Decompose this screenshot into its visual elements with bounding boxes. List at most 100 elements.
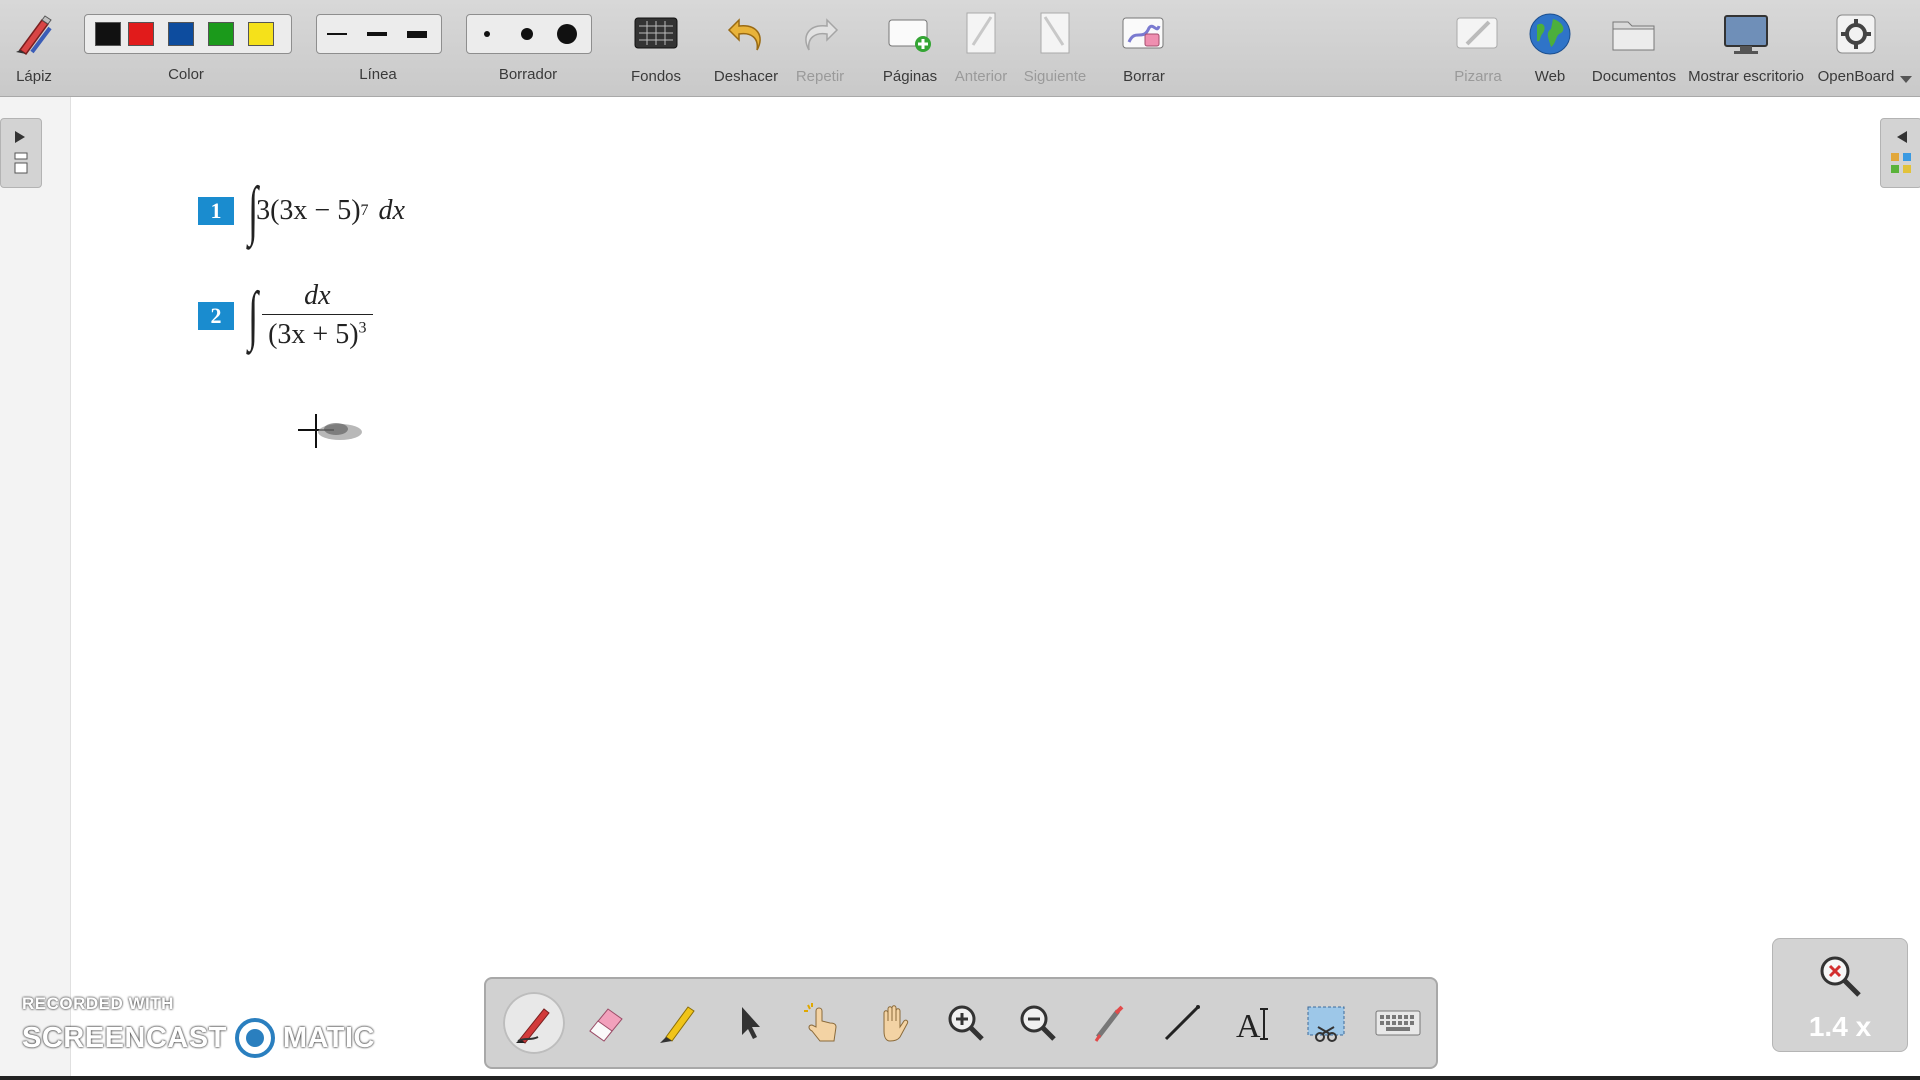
top-toolbar: Lápiz Color Línea Borrador Fondos Deshac…	[0, 0, 1920, 97]
color-swatch-blue[interactable]	[168, 22, 194, 46]
logo-text-left: SCREENCAST	[22, 1021, 227, 1054]
left-pages-panel-toggle[interactable]	[0, 118, 42, 188]
web-label: Web	[1534, 68, 1566, 85]
highlighter-tool-button[interactable]	[642, 987, 714, 1059]
next-page-button[interactable]: Siguiente	[1020, 0, 1090, 96]
web-button[interactable]: Web	[1520, 0, 1580, 96]
eraser-size-small[interactable]	[467, 31, 507, 37]
line-tool-button[interactable]	[1146, 987, 1218, 1059]
openboard-menu-button[interactable]: OpenBoard	[1814, 0, 1898, 96]
denominator: (3x + 5)3	[262, 314, 373, 351]
exponent: 3	[358, 319, 367, 337]
zoom-indicator-panel[interactable]: 1.4 x	[1772, 938, 1908, 1052]
line-width-thin[interactable]	[317, 33, 357, 35]
openboard-label: OpenBoard	[1817, 68, 1895, 85]
laser-pointer-tool-button[interactable]	[1074, 987, 1146, 1059]
highlighter-icon	[660, 1006, 695, 1043]
pen-mode-button[interactable]: Lápiz	[6, 0, 62, 96]
differential: dx	[378, 195, 405, 226]
previous-page-button[interactable]: Anterior	[948, 0, 1014, 96]
redo-icon	[796, 8, 844, 60]
next-label: Siguiente	[1023, 68, 1087, 85]
integrand: 3(3x − 5)	[256, 195, 361, 226]
watermark-recorded-with: RECORDED WITH	[22, 994, 174, 1013]
color-picker-group	[84, 14, 292, 54]
backgrounds-label: Fondos	[630, 68, 682, 85]
undo-label: Deshacer	[713, 68, 779, 85]
capture-tool-button[interactable]	[1290, 987, 1362, 1059]
color-swatch-red[interactable]	[128, 22, 154, 46]
clear-label: Borrar	[1123, 68, 1165, 85]
numerator: dx	[304, 280, 331, 311]
integral-expression: ∫ 3(3x − 5) 7 dx	[244, 178, 405, 244]
line-label: Línea	[359, 66, 397, 83]
board-icon	[1454, 8, 1502, 60]
integral-sign: ∫	[248, 174, 259, 247]
monitor-icon	[1722, 8, 1770, 60]
board-label: Pizarra	[1454, 68, 1502, 85]
documents-button[interactable]: Documentos	[1586, 0, 1682, 96]
pointing-hand-icon	[804, 1003, 837, 1042]
redo-label: Repetir	[795, 68, 845, 85]
zoom-in-tool-button[interactable]	[930, 987, 1002, 1059]
interact-tool-button[interactable]	[786, 987, 858, 1059]
right-library-panel-toggle[interactable]	[1880, 118, 1920, 188]
zoom-out-tool-button[interactable]	[1002, 987, 1074, 1059]
problem-2: 2 ∫ dx (3x + 5)3	[198, 280, 373, 351]
color-swatch-green[interactable]	[208, 22, 234, 46]
settings-icon	[1832, 8, 1880, 60]
line-width-medium[interactable]	[357, 32, 397, 36]
line-width-group	[316, 14, 442, 54]
exponent: 7	[360, 202, 369, 219]
problem-1: 1 ∫ 3(3x − 5) 7 dx	[198, 178, 405, 244]
eraser-size-large[interactable]	[547, 24, 587, 44]
screencast-o-matic-logo: SCREENCAST MATIC	[22, 1018, 375, 1058]
add-page-icon	[886, 8, 934, 60]
library-icon	[1891, 131, 1911, 173]
backgrounds-button[interactable]: Fondos	[624, 0, 688, 96]
logo-circle-icon	[234, 1018, 275, 1058]
integral-expression: ∫ dx (3x + 5)3	[244, 280, 373, 351]
text-icon: A	[1236, 1008, 1268, 1045]
select-tool-button[interactable]	[714, 987, 786, 1059]
clear-page-button[interactable]: Borrar	[1112, 0, 1176, 96]
globe-icon	[1526, 8, 1574, 60]
fraction: dx (3x + 5)3	[262, 280, 373, 351]
eraser-size-group	[466, 14, 592, 54]
eraser-label: Borrador	[498, 66, 558, 83]
pen-icon	[10, 8, 58, 60]
virtual-keyboard-button[interactable]	[1362, 987, 1434, 1059]
pen-tool-button[interactable]	[503, 992, 565, 1054]
undo-button[interactable]: Deshacer	[710, 0, 782, 96]
color-swatch-black[interactable]	[95, 22, 121, 46]
line-width-thick[interactable]	[397, 30, 437, 38]
folder-icon	[1610, 8, 1658, 60]
crosshair-cursor-icon	[296, 412, 376, 457]
eraser-tool-button[interactable]	[570, 987, 642, 1059]
hand-tool-button[interactable]	[858, 987, 930, 1059]
eraser-size-medium[interactable]	[507, 28, 547, 40]
chevron-down-icon[interactable]	[1900, 76, 1912, 83]
expand-right-icon	[14, 131, 28, 174]
undo-icon	[722, 8, 770, 60]
problem-number: 2	[198, 301, 234, 330]
line-icon	[1164, 1005, 1200, 1041]
color-swatch-yellow[interactable]	[248, 22, 274, 46]
bottom-edge	[0, 1076, 1920, 1080]
board-mode-button[interactable]: Pizarra	[1446, 0, 1510, 96]
pen-icon	[516, 1008, 550, 1044]
show-desktop-button[interactable]: Mostrar escritorio	[1684, 0, 1808, 96]
pages-button[interactable]: Páginas	[876, 0, 944, 96]
color-label: Color	[168, 66, 204, 83]
bottom-tool-palette: A	[484, 977, 1438, 1069]
denominator-base: (3x + 5)	[268, 319, 359, 350]
arrow-pointer-icon	[742, 1007, 760, 1039]
laser-pointer-icon	[1094, 1005, 1124, 1042]
text-tool-button[interactable]: A	[1218, 987, 1290, 1059]
keyboard-icon	[1375, 1010, 1421, 1036]
zoom-level-text: 1.4 x	[1808, 1011, 1872, 1042]
show-desktop-label: Mostrar escritorio	[1688, 68, 1804, 85]
previous-page-icon	[957, 8, 1005, 60]
redo-button[interactable]: Repetir	[786, 0, 854, 96]
zoom-reset-icon[interactable]	[1815, 951, 1865, 1001]
